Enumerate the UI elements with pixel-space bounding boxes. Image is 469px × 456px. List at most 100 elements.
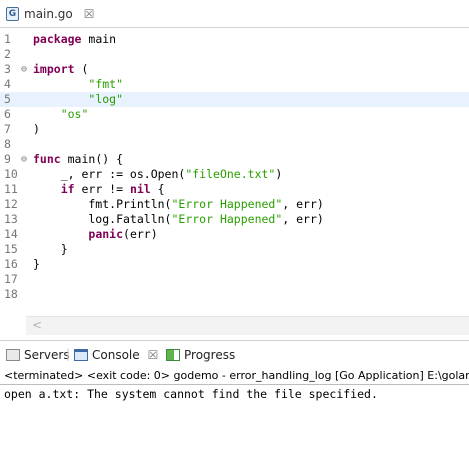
line-number: 12: [4, 197, 18, 211]
line-number: 5: [4, 92, 11, 106]
code-token: {: [150, 182, 165, 196]
code-text: }: [33, 242, 68, 257]
line-number: 11: [4, 182, 18, 196]
code-text: "os": [33, 107, 89, 122]
code-line[interactable]: 17: [0, 272, 469, 287]
line-number: 1: [4, 32, 11, 46]
line-number: 16: [4, 257, 18, 271]
code-keyword: import: [33, 62, 75, 76]
code-line[interactable]: 14 panic(err): [0, 227, 469, 242]
code-line[interactable]: 6 "os": [0, 107, 469, 122]
code-token: ): [33, 122, 40, 136]
code-text: _, err := os.Open("fileOne.txt"): [33, 167, 283, 182]
panel-tab-bar: Servers | Console ☒ Progress: [0, 340, 469, 368]
tab-console-label: Console: [92, 348, 140, 362]
code-line[interactable]: 12 fmt.Println("Error Happened", err): [0, 197, 469, 212]
code-keyword: nil: [129, 182, 151, 196]
code-string: "Error Happened": [171, 212, 283, 226]
line-number: 17: [4, 272, 18, 286]
line-number: 6: [4, 107, 11, 121]
code-line[interactable]: 11 if err != nil {: [0, 182, 469, 197]
code-line[interactable]: 13 log.Fatalln("Error Happened", err): [0, 212, 469, 227]
line-number: 18: [4, 287, 18, 301]
editor-tab-main-go[interactable]: G main.go ☒: [2, 3, 101, 25]
code-string: "fileOne.txt": [185, 167, 276, 181]
fold-toggle-icon[interactable]: ⊖: [21, 62, 27, 77]
line-number: 4: [4, 77, 11, 91]
code-text: fmt.Println("Error Happened", err): [33, 197, 324, 212]
horizontal-scrollbar[interactable]: <: [26, 316, 469, 335]
editor-tab-bar: G main.go ☒: [0, 0, 469, 28]
code-string: "fmt": [88, 77, 124, 91]
tab-console[interactable]: Console ☒: [74, 346, 158, 364]
code-line[interactable]: 18: [0, 287, 469, 302]
code-token: err !=: [74, 182, 130, 196]
code-text: func main() {: [33, 152, 123, 167]
go-file-icon: G: [6, 7, 19, 21]
line-number: 13: [4, 212, 18, 226]
tab-progress[interactable]: Progress: [166, 346, 235, 364]
code-line[interactable]: 7): [0, 122, 469, 137]
code-string: "os": [60, 107, 89, 121]
servers-icon: [6, 349, 20, 361]
code-token: }: [33, 257, 40, 271]
code-token: ): [275, 167, 283, 181]
progress-icon: [166, 349, 180, 361]
code-keyword: if: [60, 182, 75, 196]
code-token: (: [74, 62, 89, 76]
code-text: import (: [33, 62, 88, 77]
line-number: 14: [4, 227, 18, 241]
code-token: main: [81, 32, 117, 46]
code-token: main() {: [60, 152, 124, 166]
console-output-text: open a.txt: The system cannot find the f…: [4, 387, 378, 401]
code-text: panic(err): [33, 227, 158, 242]
close-icon[interactable]: ☒: [148, 348, 159, 362]
code-line[interactable]: 5 "log": [0, 92, 469, 107]
code-editor[interactable]: 1 package main 2 3 ⊖ import (4 "fmt" 5 "log" 6 …: [0, 28, 469, 338]
code-token: fmt.Println(: [33, 197, 172, 211]
code-string: "Error Happened": [171, 197, 283, 211]
code-text: "fmt": [33, 77, 123, 92]
code-line[interactable]: 1 package main: [0, 32, 469, 47]
code-text: if err != nil {: [33, 182, 165, 197]
code-line[interactable]: 9 ⊖ func main() {: [0, 152, 469, 167]
code-token: , err): [282, 212, 324, 226]
tab-progress-label: Progress: [184, 348, 236, 362]
code-line[interactable]: 3 ⊖ import (: [0, 62, 469, 77]
line-number: 7: [4, 122, 11, 136]
fold-toggle-icon[interactable]: ⊖: [21, 152, 27, 167]
code-line[interactable]: 15 }: [0, 242, 469, 257]
code-token: log.Fatalln(: [33, 212, 172, 226]
scroll-left-icon[interactable]: <: [32, 318, 42, 332]
code-keyword: panic: [88, 227, 124, 241]
code-token: (err): [123, 227, 158, 241]
code-line[interactable]: 10 _, err := os.Open("fileOne.txt"): [0, 167, 469, 182]
editor-tab-label: main.go: [24, 7, 73, 21]
console-output-area[interactable]: open a.txt: The system cannot find the f…: [0, 384, 469, 456]
code-text: package main: [33, 32, 116, 47]
tab-servers-label: Servers: [24, 348, 70, 362]
code-line[interactable]: 8: [0, 137, 469, 152]
tab-divider: |: [66, 347, 71, 361]
line-number: 2: [4, 47, 11, 61]
code-text: log.Fatalln("Error Happened", err): [33, 212, 324, 227]
code-token: , err): [282, 197, 324, 211]
close-icon[interactable]: ☒: [84, 7, 95, 21]
code-text: }: [33, 257, 40, 272]
tab-servers[interactable]: Servers: [6, 346, 70, 364]
code-text: "log": [33, 92, 123, 107]
console-icon: [74, 349, 88, 361]
code-line[interactable]: 2: [0, 47, 469, 62]
code-line[interactable]: 4 "fmt": [0, 77, 469, 92]
code-line[interactable]: 16}: [0, 257, 469, 272]
code-token: _, err := os.Open(: [33, 167, 186, 181]
code-string: "log": [88, 92, 124, 106]
code-keyword: func: [33, 152, 61, 166]
code-keyword: package: [33, 32, 82, 46]
line-number: 15: [4, 242, 18, 256]
code-text: ): [33, 122, 40, 137]
